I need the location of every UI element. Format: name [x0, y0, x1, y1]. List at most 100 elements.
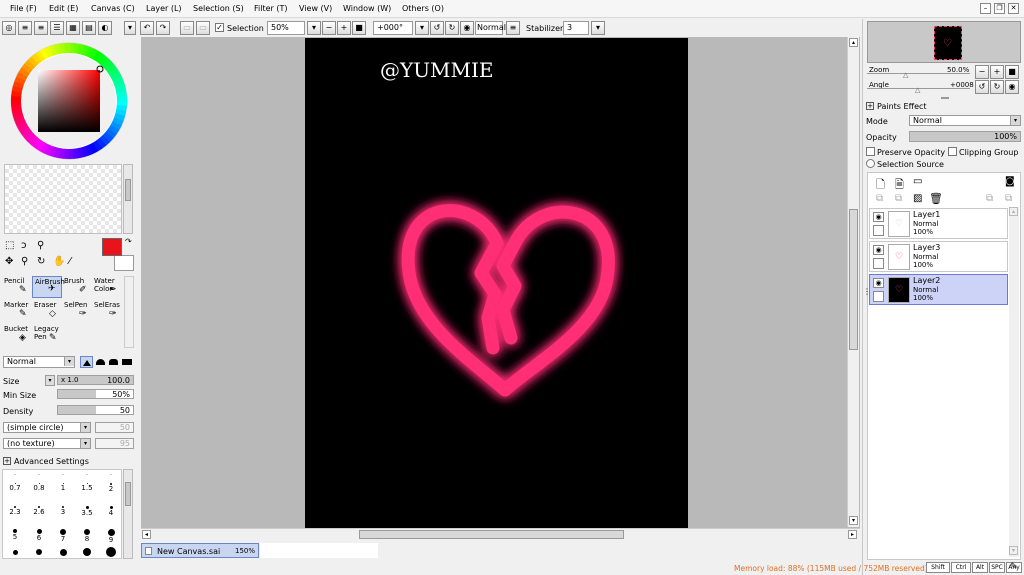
color-pick-icon[interactable]: ◐ — [98, 21, 112, 35]
restore-icon[interactable]: ❐ — [994, 3, 1005, 14]
tool-eraser[interactable]: Eraser ◇ — [32, 300, 62, 322]
clear-layer-icon[interactable]: ▨ — [913, 193, 922, 204]
brush-size-preset[interactable]: 1 — [51, 482, 75, 496]
layer-menu-icon[interactable]: ◙ — [1005, 176, 1015, 187]
layer-mode-select[interactable]: Normal ▾ — [909, 115, 1021, 126]
nav-zoom-reset-icon[interactable]: ■ — [1005, 65, 1019, 79]
panel-splitter[interactable] — [941, 97, 949, 99]
rotate-reset-icon[interactable]: ◉ — [460, 21, 474, 35]
tool-pencil[interactable]: Pencil ✎ — [2, 276, 32, 298]
canvas-vertical-scrollbar[interactable]: ▴ ▾ — [847, 37, 859, 527]
primary-color-swatch[interactable] — [102, 238, 122, 256]
brush-size-preset[interactable]: 8 — [75, 528, 99, 543]
menu-layer[interactable]: Layer (L) — [146, 4, 182, 13]
layer-scrollbar[interactable]: ▴ ▾ — [1009, 207, 1019, 557]
user-swatch-icon[interactable]: ▦ — [66, 21, 80, 35]
magic-wand-icon[interactable]: ⚲ — [37, 240, 44, 251]
layer-row[interactable]: ◉ ♡ Layer2 Normal 100% — [869, 274, 1008, 305]
min-size-slider[interactable]: 50% — [57, 389, 134, 399]
zoom-field[interactable]: 50% — [267, 21, 305, 35]
menu-selection[interactable]: Selection (S) — [193, 4, 244, 13]
rotate-left-icon[interactable]: ↺ — [430, 21, 444, 35]
zoom-tool-icon[interactable]: ⚲ — [21, 256, 28, 267]
rect-select-icon[interactable]: ⬚ — [5, 240, 14, 251]
plus-icon[interactable]: + — [866, 102, 874, 110]
nav-rotate-left-icon[interactable]: ↺ — [975, 80, 989, 94]
scratchpad-icon[interactable]: ▤ — [82, 21, 96, 35]
menu-window[interactable]: Window (W) — [343, 4, 391, 13]
texture-slider[interactable]: 95 — [95, 438, 134, 449]
menu-view[interactable]: View (V) — [299, 4, 332, 13]
brush-size-preset[interactable]: 0.7 — [3, 482, 27, 496]
size-slider[interactable]: x 1.0 100.0 — [57, 375, 134, 385]
brush-size-preset[interactable]: 4 — [99, 505, 123, 519]
stabilizer-field[interactable]: 3 — [563, 21, 589, 35]
scratch-pad[interactable] — [4, 164, 122, 234]
merge-visible-icon[interactable]: ⧉ — [1005, 193, 1012, 204]
zoom-dropdown-icon[interactable]: ▾ — [307, 21, 321, 35]
brush-size-preset[interactable]: 1.5 — [75, 482, 99, 496]
menu-edit[interactable]: Edit (E) — [49, 4, 78, 13]
tool-marker[interactable]: Marker ✎ — [2, 300, 32, 322]
rgb-slider-icon[interactable]: ≡ — [18, 21, 32, 35]
nav-rotate-right-icon[interactable]: ↻ — [990, 80, 1004, 94]
eye-icon[interactable]: ◉ — [873, 278, 884, 288]
color-wheel[interactable] — [7, 39, 131, 163]
copy-layer-icon[interactable]: ⧉ — [876, 193, 883, 204]
menu-others[interactable]: Others (O) — [402, 4, 444, 13]
swap-colors-icon[interactable]: ↷ — [125, 237, 132, 246]
invert-selection-icon[interactable]: ▭ — [196, 21, 210, 35]
angle-field[interactable]: +000° — [373, 21, 413, 35]
menu-canvas[interactable]: Canvas (C) — [91, 4, 135, 13]
nav-zoom-out-icon[interactable]: − — [975, 65, 989, 79]
preserve-opacity-checkbox[interactable] — [866, 147, 875, 156]
tool-selpen[interactable]: SelPen ✑ — [62, 300, 92, 322]
blend-dropdown-icon[interactable]: ≡ — [506, 21, 520, 35]
brush-size-preset[interactable]: 6 — [27, 528, 51, 542]
lasso-icon[interactable]: ↄ — [21, 240, 27, 251]
close-icon[interactable]: ✕ — [1008, 3, 1019, 14]
hsv-slider-icon[interactable]: ≡ — [34, 21, 48, 35]
paints-effect-title[interactable]: Paints Effect — [877, 102, 927, 111]
brush-size-preset[interactable]: 7 — [51, 528, 75, 543]
blend-mode-field[interactable]: Normal — [475, 21, 506, 35]
zoom-out-icon[interactable]: − — [322, 21, 336, 35]
brush-size-preset[interactable]: 5 — [3, 528, 27, 542]
new-folder-icon[interactable]: ▭ — [913, 176, 922, 187]
rotate-tool-icon[interactable]: ↻ — [37, 256, 45, 267]
redo-icon[interactable]: ↷ — [156, 21, 170, 35]
brush-size-preset[interactable]: 0.8 — [27, 482, 51, 496]
brush-size-preset[interactable]: 9 — [99, 528, 123, 544]
rotate-right-icon[interactable]: ↻ — [445, 21, 459, 35]
brush-edge-medium-icon[interactable] — [108, 357, 119, 367]
canvas-horizontal-scrollbar[interactable]: ◂ ▸ — [141, 528, 860, 540]
swatch-list-icon[interactable]: ☰ — [50, 21, 64, 35]
canvas-document[interactable]: @YUMMIE — [305, 38, 688, 528]
brush-size-scrollbar[interactable] — [123, 469, 133, 559]
tool-brush[interactable]: Brush ✐ — [62, 276, 92, 298]
menu-file[interactable]: File (F) — [10, 4, 37, 13]
plus-icon[interactable]: + — [3, 457, 11, 465]
selection-source-radio[interactable] — [866, 159, 875, 168]
size-mult-dropdown-icon[interactable]: ▾ — [45, 375, 55, 386]
merge-down-icon[interactable]: ⧉ — [986, 193, 993, 204]
eye-icon[interactable]: ◉ — [873, 245, 884, 255]
brush-edge-hard-icon[interactable] — [121, 357, 133, 367]
tool-water-color[interactable]: Water Color ✒ — [92, 276, 122, 298]
brush-size-preset[interactable]: 2.3 — [3, 505, 27, 519]
layer-lock-checkbox[interactable] — [873, 225, 884, 236]
brush-shape-select[interactable]: (simple circle) ▾ — [3, 422, 91, 433]
tool-legacy-pen[interactable]: Legacy Pen ✎ — [32, 324, 62, 346]
secondary-color-swatch[interactable] — [114, 255, 134, 271]
deselect-icon[interactable]: ▭ — [180, 21, 194, 35]
minimize-icon[interactable]: – — [980, 3, 991, 14]
advanced-settings-label[interactable]: Advanced Settings — [14, 457, 89, 466]
eye-icon[interactable]: ◉ — [873, 212, 884, 222]
layer-lock-checkbox[interactable] — [873, 258, 884, 269]
eyedropper-icon[interactable]: ⁄ — [69, 256, 71, 267]
zoom-reset-icon[interactable]: ■ — [352, 21, 366, 35]
clipping-group-checkbox[interactable] — [948, 147, 957, 156]
brush-lock-icon[interactable] — [873, 291, 884, 302]
hand-icon[interactable]: ✋ — [53, 256, 65, 267]
stabilizer-dropdown-icon[interactable]: ▾ — [591, 21, 605, 35]
